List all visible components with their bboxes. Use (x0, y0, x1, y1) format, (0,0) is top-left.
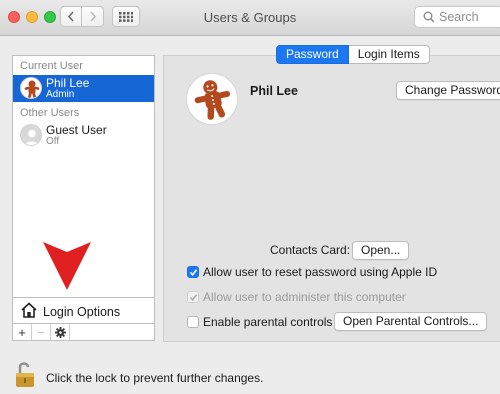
red-arrow-annotation (43, 242, 91, 290)
search-field[interactable]: Search (414, 6, 500, 28)
gingerbread-avatar (20, 77, 42, 99)
administer-checkbox (187, 291, 199, 303)
other-users-heading: Other Users (20, 107, 80, 119)
checkmark-icon (189, 268, 197, 276)
administer-option: Allow user to administer this computer (187, 290, 406, 304)
current-user-heading: Current User (20, 60, 83, 72)
add-user-button[interactable]: + (13, 324, 32, 340)
parental-controls-option[interactable]: Enable parental controls (187, 315, 332, 329)
change-password-button[interactable]: Change Password... (396, 81, 500, 100)
user-status: Off (46, 136, 60, 147)
lock-button[interactable] (14, 360, 40, 391)
user-row-guest-user[interactable]: Guest User Off (13, 122, 154, 149)
lock-hint-text: Click the lock to prevent further change… (46, 371, 264, 385)
user-role: Admin (46, 89, 75, 100)
users-and-groups-window: Users & Groups Search Current User Phil … (0, 0, 500, 394)
open-contacts-card-button[interactable]: Open... (352, 241, 410, 260)
title-bar: Users & Groups Search (0, 0, 500, 36)
list-actions-bar: + − (12, 323, 155, 341)
action-menu-button[interactable] (51, 324, 70, 340)
parental-controls-label: Enable parental controls (203, 315, 333, 329)
profile-name: Phil Lee (250, 84, 298, 98)
user-name: Phil Lee (46, 76, 90, 90)
house-icon (21, 302, 37, 318)
checkmark-icon (189, 293, 197, 301)
user-picture[interactable] (186, 73, 238, 125)
reset-password-label: Allow user to reset password using Apple… (203, 265, 438, 279)
search-placeholder: Search (439, 10, 479, 24)
user-row-phil-lee[interactable]: Phil Lee Admin (13, 75, 154, 102)
unlocked-padlock-icon (16, 362, 34, 387)
tab-password[interactable]: Password (276, 45, 349, 64)
reset-password-option[interactable]: Allow user to reset password using Apple… (187, 265, 437, 279)
remove-user-button[interactable]: − (32, 324, 51, 340)
gear-icon (54, 326, 66, 338)
reset-password-checkbox[interactable] (187, 266, 199, 278)
generic-user-icon (20, 124, 42, 146)
tab-login-items[interactable]: Login Items (348, 45, 430, 64)
login-options-item[interactable]: Login Options (12, 297, 155, 324)
contacts-card-label: Contacts Card: (270, 243, 351, 257)
gingerbread-icon (194, 80, 231, 120)
search-icon (423, 11, 435, 23)
administer-label: Allow user to administer this computer (203, 290, 406, 304)
user-name: Guest User (46, 123, 107, 137)
login-options-label: Login Options (43, 305, 121, 319)
open-parental-controls-button[interactable]: Open Parental Controls... (334, 312, 488, 331)
tab-bar: Password Login Items (276, 45, 430, 64)
parental-controls-checkbox[interactable] (187, 316, 199, 328)
